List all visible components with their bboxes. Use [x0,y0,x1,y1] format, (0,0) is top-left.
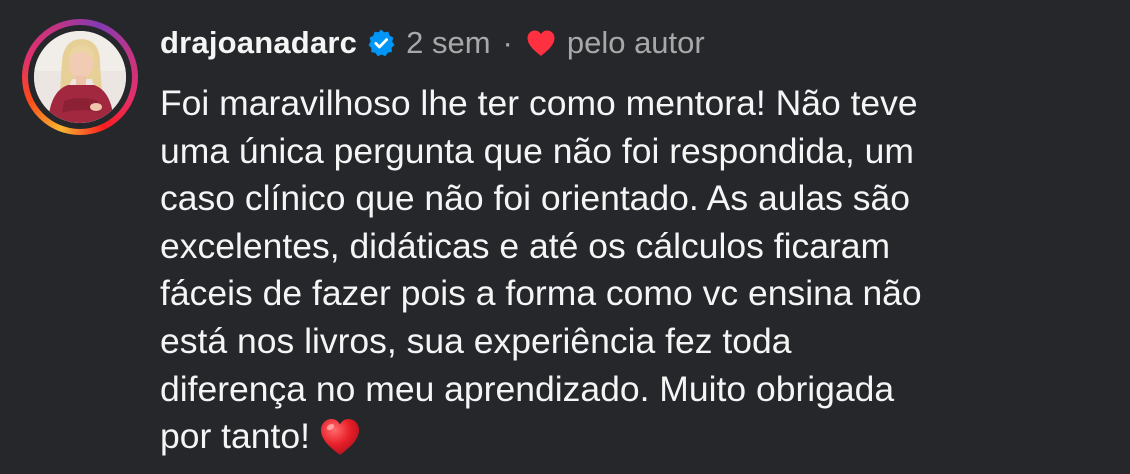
comment-timestamp[interactable]: 2 sem [406,25,490,61]
liked-by-author-label: pelo autor [566,25,705,60]
red-heart-emoji-icon [318,416,362,458]
avatar-ring-gap [28,25,132,129]
username-link[interactable]: drajoanadarc [160,25,357,61]
comment: drajoanadarc 2 sem · pelo autor Foi mara… [0,0,1130,474]
avatar-story-ring[interactable] [22,19,138,135]
comment-body: Foi maravilhoso lhe ter como mentora! Nã… [160,80,1110,461]
comment-header: drajoanadarc 2 sem · pelo autor [160,21,705,65]
heart-icon [525,28,557,58]
avatar-photo [34,31,126,123]
header-separator: · [502,25,513,60]
avatar[interactable] [34,31,126,123]
verified-badge-icon [366,28,396,58]
comment-text: Foi maravilhoso lhe ter como mentora! Nã… [160,83,922,457]
